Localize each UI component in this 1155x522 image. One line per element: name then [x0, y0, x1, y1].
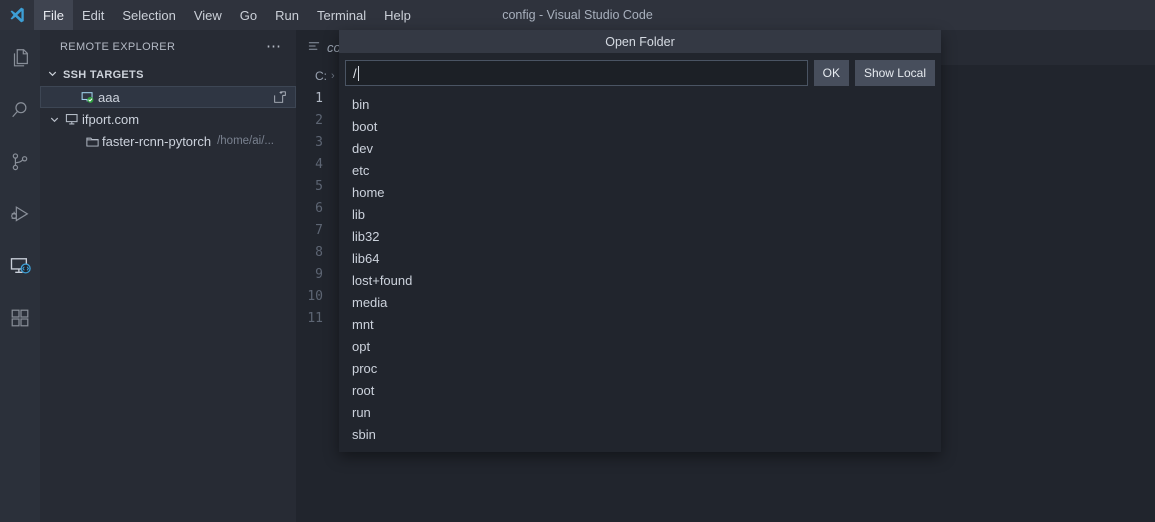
- list-item[interactable]: lost+found: [339, 269, 941, 291]
- line-number: 6: [315, 200, 323, 216]
- vscode-logo-icon: [0, 0, 34, 30]
- menu-item-run[interactable]: Run: [266, 0, 308, 30]
- activity-item-remote-explorer[interactable]: [0, 242, 40, 294]
- line-number: 11: [307, 310, 323, 326]
- tree-row-faster-rcnn-pytorch[interactable]: faster-rcnn-pytorch /home/ai/...: [40, 130, 296, 152]
- menu-item-go[interactable]: Go: [231, 0, 266, 30]
- list-item[interactable]: media: [339, 291, 941, 313]
- folder-icon: [82, 134, 102, 149]
- menu-item-view[interactable]: View: [185, 0, 231, 30]
- list-item[interactable]: lib32: [339, 225, 941, 247]
- breadcrumb-item-root[interactable]: C:: [315, 69, 327, 83]
- remote-host-connected-icon: [78, 89, 98, 106]
- search-icon: [9, 99, 31, 126]
- remote-explorer-icon: [9, 254, 32, 282]
- title-bar: File Edit Selection View Go Run Terminal…: [0, 0, 1155, 30]
- list-item[interactable]: boot: [339, 115, 941, 137]
- dialog-input-row: / OK Show Local: [339, 53, 941, 92]
- activity-item-search[interactable]: [0, 86, 40, 138]
- source-control-icon: [9, 151, 31, 178]
- line-number: 9: [315, 266, 323, 282]
- tree-row-label: aaa: [98, 89, 120, 105]
- breadcrumb-separator: ›: [331, 70, 335, 82]
- list-item[interactable]: home: [339, 181, 941, 203]
- activity-item-explorer[interactable]: [0, 34, 40, 86]
- chevron-down-icon[interactable]: [46, 113, 62, 126]
- list-item[interactable]: mnt: [339, 313, 941, 335]
- line-number: 7: [315, 222, 323, 238]
- menu-item-file[interactable]: File: [34, 0, 73, 30]
- extensions-icon: [9, 307, 31, 334]
- text-caret: [357, 65, 359, 81]
- menu-item-help[interactable]: Help: [375, 0, 420, 30]
- files-explorer-icon: [9, 47, 31, 74]
- remote-host-icon: [62, 111, 82, 128]
- line-number: 3: [315, 134, 323, 150]
- folder-suggestion-list[interactable]: bin boot dev etc home lib lib32 lib64 lo…: [339, 92, 941, 452]
- run-and-debug-icon: [9, 203, 31, 230]
- dialog-title: Open Folder: [339, 30, 941, 53]
- activity-item-run-debug[interactable]: [0, 190, 40, 242]
- menu-item-terminal[interactable]: Terminal: [308, 0, 375, 30]
- tree-row-ifport-com[interactable]: ifport.com: [40, 108, 296, 130]
- settings-file-icon: [307, 39, 321, 56]
- line-number: 1: [315, 90, 323, 106]
- sidebar-header: REMOTE EXPLORER ⋯: [40, 30, 296, 64]
- folder-path-input[interactable]: /: [345, 60, 808, 86]
- tree-row-aaa[interactable]: aaa: [40, 86, 296, 108]
- open-folder-dialog: Open Folder / OK Show Local bin boot dev…: [339, 30, 941, 452]
- activity-item-source-control[interactable]: [0, 138, 40, 190]
- line-number: 10: [307, 288, 323, 304]
- tree-row-label: ifport.com: [82, 111, 140, 127]
- folder-path-value: /: [353, 65, 357, 81]
- ok-button[interactable]: OK: [813, 60, 849, 86]
- line-number: 8: [315, 244, 323, 260]
- list-item[interactable]: etc: [339, 159, 941, 181]
- line-number: 4: [315, 156, 323, 172]
- sidebar-title: REMOTE EXPLORER: [60, 41, 176, 53]
- open-in-new-window-icon[interactable]: [272, 89, 288, 105]
- line-number: 5: [315, 178, 323, 194]
- activity-item-extensions[interactable]: [0, 294, 40, 346]
- sidebar-section-ssh-targets[interactable]: SSH TARGETS: [40, 64, 296, 86]
- show-local-button[interactable]: Show Local: [854, 60, 935, 86]
- list-item[interactable]: sbin: [339, 423, 941, 445]
- list-item[interactable]: bin: [339, 93, 941, 115]
- list-item[interactable]: opt: [339, 335, 941, 357]
- ellipsis-icon[interactable]: ⋯: [262, 39, 286, 54]
- list-item[interactable]: run: [339, 401, 941, 423]
- menu-item-edit[interactable]: Edit: [73, 0, 113, 30]
- line-number: 2: [315, 112, 323, 128]
- chevron-down-icon: [46, 67, 59, 83]
- menu-item-selection[interactable]: Selection: [113, 0, 184, 30]
- tree-row-label: faster-rcnn-pytorch: [102, 133, 212, 149]
- side-bar: REMOTE EXPLORER ⋯ SSH TARGETS aaa ifport…: [40, 30, 296, 522]
- activity-bar: [0, 30, 40, 522]
- list-item[interactable]: lib: [339, 203, 941, 225]
- list-item[interactable]: lib64: [339, 247, 941, 269]
- sidebar-section-label: SSH TARGETS: [63, 69, 144, 81]
- menu-bar[interactable]: File Edit Selection View Go Run Terminal…: [34, 0, 420, 30]
- tree-row-description: /home/ai/...: [217, 135, 274, 147]
- list-item[interactable]: root: [339, 379, 941, 401]
- list-item[interactable]: dev: [339, 137, 941, 159]
- list-item[interactable]: proc: [339, 357, 941, 379]
